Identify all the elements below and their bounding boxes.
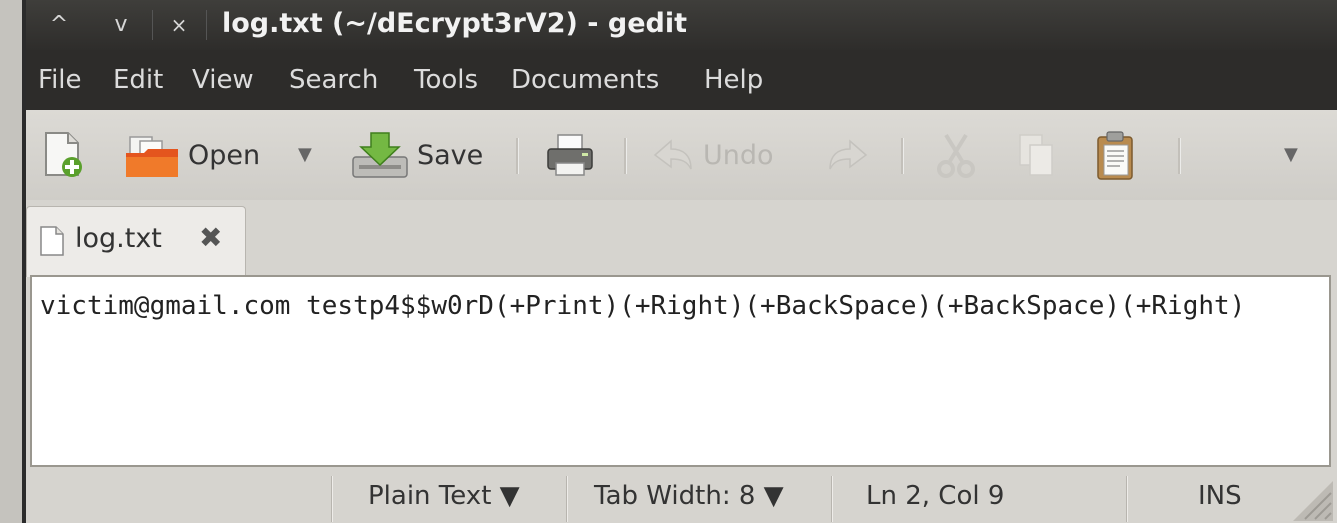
menu-help[interactable]: Help	[704, 62, 763, 98]
status-separator	[1126, 476, 1128, 522]
text-editor[interactable]: victim@gmail.com testp4$$w0rD(+Print)(+R…	[30, 275, 1331, 467]
resize-grip-icon[interactable]	[1293, 481, 1333, 521]
window-edge	[0, 0, 22, 523]
menu-search[interactable]: Search	[289, 62, 378, 98]
toolbar-separator	[624, 138, 627, 174]
open-button[interactable]: Open	[124, 110, 260, 200]
close-window-button[interactable]: ×	[154, 6, 204, 44]
minimize-button[interactable]: v	[96, 6, 146, 44]
toolbar-separator	[901, 138, 904, 174]
language-selector[interactable]: Plain Text ▼	[368, 470, 520, 523]
open-recent-dropdown[interactable]: ▼	[298, 110, 312, 200]
cursor-position: Ln 2, Col 9	[866, 481, 1005, 511]
save-icon	[352, 132, 408, 178]
toolbar-overflow-button[interactable]: ▼	[1284, 110, 1298, 200]
status-bar: Plain Text ▼ Tab Width: 8 ▼ Ln 2, Col 9 …	[26, 470, 1337, 523]
copy-icon	[1019, 134, 1053, 176]
redo-icon	[829, 139, 868, 170]
insert-mode: INS	[1198, 481, 1242, 511]
undo-button[interactable]: Undo	[651, 110, 774, 200]
menu-edit[interactable]: Edit	[113, 62, 163, 98]
window-title: log.txt (~/dEcrypt3rV2) - gedit	[222, 8, 688, 39]
copy-button[interactable]	[1016, 110, 1056, 200]
menu-file[interactable]: File	[38, 62, 82, 98]
document-tabs: log.txt ✖	[26, 200, 1337, 277]
toolbar: Open ▼ Save Undo ▼	[26, 110, 1337, 201]
open-folder-icon	[126, 136, 178, 177]
menu-view[interactable]: View	[192, 62, 254, 98]
tab-width-selector[interactable]: Tab Width: 8 ▼	[594, 470, 784, 523]
tab-label: log.txt	[75, 223, 162, 254]
menu-tools[interactable]: Tools	[414, 62, 478, 98]
text-document-icon	[40, 226, 64, 256]
cut-button[interactable]	[934, 110, 978, 200]
title-bar: ^ v × log.txt (~/dEcrypt3rV2) - gedit	[26, 0, 1337, 50]
paste-button[interactable]	[1094, 110, 1136, 200]
titlebar-separator	[152, 10, 153, 40]
status-separator	[331, 476, 333, 522]
toolbar-separator	[1178, 138, 1181, 174]
status-separator	[831, 476, 833, 522]
toolbar-separator	[516, 138, 519, 174]
menu-bar: File Edit View Search Tools Documents He…	[26, 50, 1337, 110]
new-document-button[interactable]	[42, 110, 84, 200]
undo-label: Undo	[703, 139, 774, 171]
titlebar-separator	[206, 10, 207, 40]
clipboard-icon	[1097, 131, 1133, 180]
shade-up-button[interactable]: ^	[34, 6, 84, 44]
redo-button[interactable]	[826, 110, 870, 200]
tab-log-txt[interactable]: log.txt ✖	[26, 206, 246, 277]
undo-icon	[653, 139, 692, 170]
status-separator	[566, 476, 568, 522]
menu-documents[interactable]: Documents	[511, 62, 659, 98]
close-tab-icon[interactable]: ✖	[199, 221, 222, 254]
printer-icon	[547, 134, 593, 176]
new-document-icon	[45, 132, 82, 177]
print-button[interactable]	[546, 110, 594, 200]
open-label: Open	[188, 139, 261, 171]
save-label: Save	[417, 139, 484, 171]
editor-content[interactable]: victim@gmail.com testp4$$w0rD(+Print)(+R…	[40, 287, 1321, 325]
scissors-icon	[937, 133, 975, 178]
save-button[interactable]: Save	[351, 110, 483, 200]
